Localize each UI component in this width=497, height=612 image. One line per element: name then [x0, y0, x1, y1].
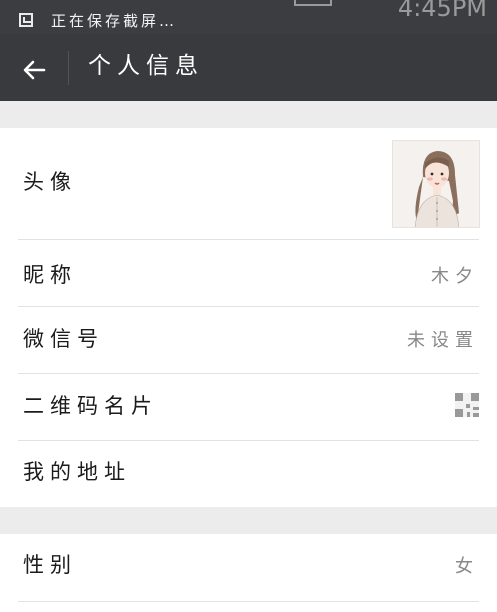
row-value-nickname: 木夕 — [431, 266, 479, 287]
section-gap — [0, 507, 497, 534]
row-label-gender: 性别 — [23, 553, 77, 577]
status-time: 4:45PM — [397, 0, 487, 22]
status-bar: 正在保存截屏… 4:45PM — [0, 0, 497, 34]
row-label-wechat-id: 微信号 — [23, 327, 104, 351]
row-value-gender: 女 — [455, 556, 479, 577]
row-label-qr-card: 二维码名片 — [23, 394, 158, 418]
header-divider — [68, 51, 69, 85]
section-gap — [0, 101, 497, 128]
qr-code-icon — [455, 393, 479, 417]
row-address[interactable]: 我的地址 — [0, 441, 497, 507]
page-title: 个人信息 — [88, 53, 204, 79]
header-bar: 个人信息 — [0, 34, 497, 101]
row-label-address: 我的地址 — [23, 460, 131, 484]
avatar[interactable] — [392, 140, 480, 228]
row-gender[interactable]: 性别 女 — [0, 534, 497, 602]
row-nickname[interactable]: 昵称 木夕 — [0, 240, 497, 307]
screenshot-icon — [19, 13, 33, 27]
row-avatar[interactable]: 头像 — [0, 128, 497, 240]
back-button[interactable] — [20, 56, 48, 84]
row-label-avatar: 头像 — [23, 170, 77, 194]
row-qr-card[interactable]: 二维码名片 — [0, 374, 497, 441]
notification-text: 正在保存截屏… — [51, 12, 178, 30]
row-label-nickname: 昵称 — [23, 263, 77, 287]
row-divider — [18, 601, 479, 602]
battery-icon — [294, 0, 332, 6]
row-wechat-id[interactable]: 微信号 未设置 — [0, 307, 497, 374]
back-arrow-icon — [23, 60, 46, 80]
row-value-wechat-id: 未设置 — [407, 330, 479, 351]
avatar-illustration-icon — [393, 141, 479, 227]
